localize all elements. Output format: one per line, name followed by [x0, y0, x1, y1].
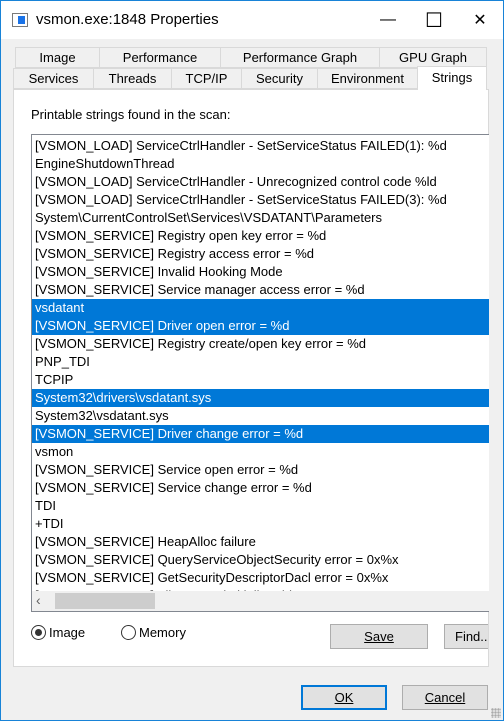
- string-row[interactable]: TCPIP: [32, 371, 489, 389]
- save-button[interactable]: Save: [330, 624, 428, 649]
- minimize-button[interactable]: —: [365, 1, 411, 39]
- string-row[interactable]: System\CurrentControlSet\Services\VSDATA…: [32, 209, 489, 227]
- string-row[interactable]: [VSMON_SERVICE] QueryServiceObjectSecuri…: [32, 551, 489, 569]
- string-row[interactable]: [VSMON_SERVICE] Service change error = %…: [32, 479, 489, 497]
- string-row[interactable]: [VSMON_SERVICE] Service manager access e…: [32, 281, 489, 299]
- string-row[interactable]: [VSMON_LOAD] ServiceCtrlHandler - Unreco…: [32, 173, 489, 191]
- string-row[interactable]: [VSMON_SERVICE] Driver change error = %d: [32, 425, 489, 443]
- string-row[interactable]: +TDI: [32, 515, 489, 533]
- string-row[interactable]: System32\drivers\vsdatant.sys: [32, 389, 489, 407]
- radio-memory[interactable]: Memory: [121, 625, 186, 640]
- string-row[interactable]: [VSMON_LOAD] ServiceCtrlHandler - SetSer…: [32, 137, 489, 155]
- resize-grip[interactable]: [491, 708, 501, 718]
- scroll-left-icon[interactable]: ‹: [36, 592, 41, 608]
- tab-security[interactable]: Security: [241, 68, 318, 89]
- radio-image[interactable]: Image: [31, 625, 85, 640]
- cancel-label: Cancel: [424, 690, 466, 705]
- string-row[interactable]: [VSMON_LOAD] ServiceCtrlHandler - SetSer…: [32, 191, 489, 209]
- tab-image[interactable]: Image: [15, 47, 100, 68]
- horizontal-scrollbar[interactable]: ‹: [32, 591, 489, 611]
- radio-circle[interactable]: [31, 625, 46, 640]
- string-row[interactable]: [VSMON_SERVICE] GetSecurityDescriptorDac…: [32, 569, 489, 587]
- tab-gpu-graph[interactable]: GPU Graph: [379, 47, 487, 68]
- maximize-button[interactable]: ☐: [411, 1, 457, 39]
- string-row[interactable]: EngineShutdownThread: [32, 155, 489, 173]
- tab-tcpip[interactable]: TCP/IP: [171, 68, 242, 89]
- string-row[interactable]: vsdatant: [32, 299, 489, 317]
- app-icon: [12, 13, 28, 27]
- tab-environment[interactable]: Environment: [317, 68, 418, 89]
- ok-button[interactable]: OK: [301, 685, 387, 710]
- window-title: vsmon.exe:1848 Properties: [36, 11, 219, 28]
- string-row[interactable]: [VSMON_SERVICE] Driver open error = %d: [32, 317, 489, 335]
- string-row[interactable]: [VSMON_SERVICE] Registry create/open key…: [32, 335, 489, 353]
- cancel-button[interactable]: Cancel: [402, 685, 488, 710]
- string-row[interactable]: TDI: [32, 497, 489, 515]
- strings-label: Printable strings found in the scan:: [31, 107, 231, 122]
- string-row[interactable]: [VSMON_SERVICE] Registry open key error …: [32, 227, 489, 245]
- tab-strings[interactable]: Strings: [417, 66, 487, 90]
- save-label: Save: [364, 629, 394, 644]
- find-label: Find...: [455, 629, 488, 644]
- string-row[interactable]: [VSMON_SERVICE] Registry access error = …: [32, 245, 489, 263]
- tab-performance-graph[interactable]: Performance Graph: [220, 47, 380, 68]
- strings-list[interactable]: [VSMON_SERVICE] AllocateAndInitializeSid…: [31, 134, 489, 612]
- string-row[interactable]: vsmon: [32, 443, 489, 461]
- string-row[interactable]: [VSMON_SERVICE] Service open error = %d: [32, 461, 489, 479]
- radio-label: Image: [49, 625, 86, 640]
- title-bar: vsmon.exe:1848 Properties — ☐ ✕: [1, 1, 503, 39]
- string-row[interactable]: PNP_TDI: [32, 353, 489, 371]
- string-row[interactable]: System32\vsdatant.sys: [32, 407, 489, 425]
- find-button[interactable]: Find...: [444, 624, 488, 649]
- radio-label: Memory: [139, 625, 186, 640]
- close-button[interactable]: ✕: [457, 1, 503, 39]
- radio-circle[interactable]: [121, 625, 136, 640]
- tab-services[interactable]: Services: [13, 68, 94, 89]
- string-row[interactable]: [VSMON_SERVICE] Invalid Hooking Mode: [32, 263, 489, 281]
- properties-window: vsmon.exe:1848 Properties — ☐ ✕ Image Pe…: [0, 0, 504, 721]
- string-row[interactable]: [VSMON_SERVICE] HeapAlloc failure: [32, 533, 489, 551]
- ok-label: OK: [334, 690, 354, 705]
- tab-threads[interactable]: Threads: [93, 68, 172, 89]
- scrollbar-thumb[interactable]: [55, 593, 155, 609]
- tab-performance[interactable]: Performance: [99, 47, 221, 68]
